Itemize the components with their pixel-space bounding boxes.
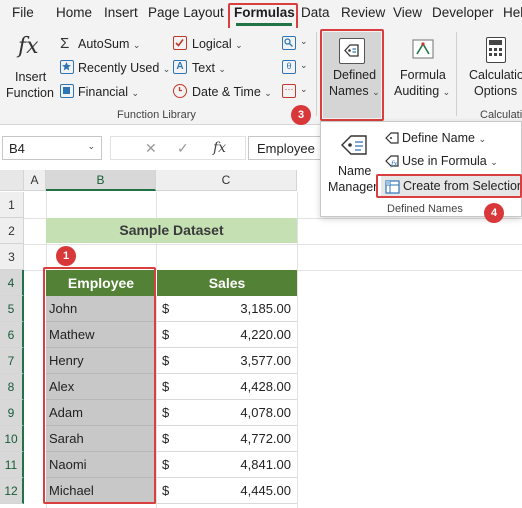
name-manager-icon[interactable] (339, 130, 369, 160)
row-header-6[interactable]: 6 (0, 322, 24, 348)
step-badge-4: 4 (484, 203, 504, 223)
formula-bar-buttons: ✕ ✓ fx (110, 136, 246, 160)
financial-icon[interactable] (60, 84, 74, 98)
logical-button[interactable]: Logical ⌄ (192, 37, 243, 51)
highlight-box-defined-names (320, 29, 384, 121)
name-manager-label-1[interactable]: Name (338, 164, 371, 178)
insert-function-icon[interactable]: 𝑓x (18, 34, 48, 64)
use-in-formula-icon[interactable]: fx (385, 154, 399, 168)
tab-page-layout[interactable]: Page Layout (148, 5, 224, 20)
select-all-corner[interactable] (0, 170, 24, 191)
ribbon-separator (316, 32, 317, 116)
sales-value-cell[interactable]: 4,220.00 (156, 322, 297, 348)
sales-value-cell[interactable]: 4,445.00 (156, 478, 297, 504)
row-header-5[interactable]: 5 (0, 296, 24, 322)
name-box-dropdown-icon[interactable]: ⌄ (87, 141, 95, 152)
gridline (24, 244, 522, 245)
autosum-icon[interactable]: Σ (60, 35, 69, 52)
column-header-c[interactable]: C (156, 170, 297, 191)
use-in-formula-button[interactable]: Use in Formula ⌄ (402, 154, 498, 168)
step-badge-1: 1 (56, 246, 76, 266)
more-functions-dropdown-icon[interactable]: ⌄ (300, 84, 308, 95)
formula-auditing-label-1[interactable]: Formula (400, 68, 446, 82)
name-manager-label-2[interactable]: Manager (328, 180, 377, 194)
tab-file[interactable]: File (12, 5, 34, 20)
tab-view[interactable]: View (393, 5, 422, 20)
row-header-2[interactable]: 2 (0, 218, 24, 244)
row-header-9[interactable]: 9 (0, 400, 24, 426)
sales-value-cell[interactable]: 4,841.00 (156, 452, 297, 478)
date-time-icon[interactable] (173, 84, 187, 98)
sales-value-cell[interactable]: 3,185.00 (156, 296, 297, 322)
highlight-box-formulas-tab (228, 3, 298, 30)
tab-insert[interactable]: Insert (104, 5, 138, 20)
name-box[interactable]: B4 ⌄ (2, 136, 102, 160)
sheet-title-cell[interactable]: Sample Dataset (46, 218, 297, 243)
row-header-3[interactable]: 3 (0, 244, 24, 270)
recently-used-button[interactable]: Recently Used ⌄ (78, 61, 170, 75)
text-button[interactable]: Text ⌄ (192, 61, 226, 75)
recently-used-icon[interactable] (60, 60, 74, 74)
insert-function-fx-icon[interactable]: fx (213, 140, 226, 156)
step-badge-3: 3 (291, 105, 311, 125)
highlight-box-create-from-selection (376, 174, 522, 198)
formula-input[interactable]: Employee (248, 136, 328, 160)
svg-text:fx: fx (390, 160, 398, 168)
gridline (297, 192, 298, 508)
tab-developer[interactable]: Developer (432, 5, 494, 20)
sales-value-cell[interactable]: 3,577.00 (156, 348, 297, 374)
date-time-button[interactable]: Date & Time ⌄ (192, 85, 272, 99)
name-box-value: B4 (9, 141, 25, 156)
more-functions-icon[interactable]: ··· (282, 84, 296, 98)
calculation-options-label-1[interactable]: Calculation (469, 68, 522, 82)
tab-review[interactable]: Review (341, 5, 385, 20)
column-header-a[interactable]: A (24, 170, 46, 191)
highlight-box-employee-range (43, 267, 156, 504)
tab-help[interactable]: Help (503, 5, 522, 20)
text-function-icon[interactable]: A (173, 60, 187, 74)
tab-home[interactable]: Home (56, 5, 92, 20)
tab-data[interactable]: Data (301, 5, 330, 20)
sales-header-cell[interactable]: Sales (156, 270, 297, 296)
lookup-dropdown-icon[interactable]: ⌄ (300, 36, 308, 47)
formula-auditing-label-2[interactable]: Auditing ⌄ (394, 84, 450, 98)
row-header-10[interactable]: 10 (0, 426, 24, 452)
formula-auditing-icon[interactable] (411, 37, 435, 61)
defined-names-group-label: Defined Names (387, 203, 463, 215)
financial-button[interactable]: Financial ⌄ (78, 85, 139, 99)
define-name-button[interactable]: Define Name ⌄ (402, 131, 486, 145)
row-header-7[interactable]: 7 (0, 348, 24, 374)
lookup-reference-icon[interactable] (282, 36, 296, 50)
column-header-b[interactable]: B (46, 170, 156, 191)
sales-value-cell[interactable]: 4,772.00 (156, 426, 297, 452)
calculation-options-label-2[interactable]: Options ⌄ (474, 84, 522, 98)
sales-value-cell[interactable]: 4,078.00 (156, 400, 297, 426)
cancel-entry-icon[interactable]: ✕ (145, 140, 157, 157)
function-library-group-label: Function Library (117, 109, 196, 121)
insert-function-label-2[interactable]: Function (6, 86, 54, 100)
row-header-11[interactable]: 11 (0, 452, 24, 478)
define-name-icon[interactable] (385, 131, 399, 145)
row-header-12[interactable]: 12 (0, 478, 24, 504)
logical-icon[interactable] (173, 36, 187, 50)
row-header-4[interactable]: 4 (0, 270, 24, 296)
confirm-entry-icon[interactable]: ✓ (177, 140, 189, 157)
autosum-button[interactable]: AutoSum ⌄ (78, 37, 140, 51)
math-trig-icon[interactable]: θ (282, 60, 296, 74)
calculation-options-icon[interactable] (486, 37, 506, 63)
insert-function-label-1[interactable]: Insert (15, 70, 46, 84)
calculation-group-label: Calculati (480, 109, 522, 121)
sales-value-cell[interactable]: 4,428.00 (156, 374, 297, 400)
row-header-8[interactable]: 8 (0, 374, 24, 400)
row-header-1[interactable]: 1 (0, 192, 24, 218)
math-dropdown-icon[interactable]: ⌄ (300, 60, 308, 71)
ribbon-separator-2 (456, 32, 457, 116)
